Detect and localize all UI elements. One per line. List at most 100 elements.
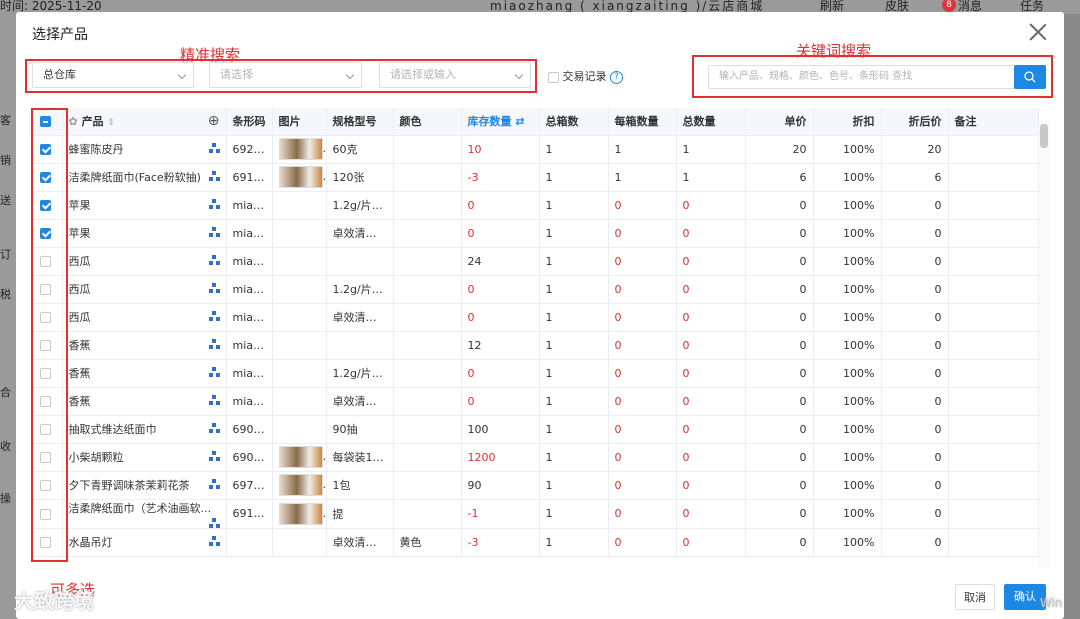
discount-cell[interactable]: 100%	[813, 163, 882, 192]
discount-cell[interactable]: 100%	[813, 191, 882, 220]
remark-cell[interactable]	[948, 163, 1039, 192]
total-cell[interactable]: 0	[676, 471, 746, 500]
final-price-cell[interactable]: 0	[881, 331, 949, 360]
total-cell[interactable]: 0	[676, 387, 746, 416]
boxes-cell[interactable]: 1	[539, 528, 609, 557]
col-stock[interactable]: 库存数量 ⇄	[461, 108, 540, 136]
per-box-cell[interactable]: 0	[608, 275, 677, 304]
final-price-cell[interactable]: 0	[881, 471, 949, 500]
per-box-cell[interactable]: 0	[608, 528, 677, 557]
table-row[interactable]: 香蕉 miao... 卓效清新... 0 1 0 0 0 100% 0	[29, 387, 1039, 416]
cancel-button[interactable]: 取消	[955, 584, 995, 610]
total-cell[interactable]: 1	[676, 135, 746, 164]
remark-cell[interactable]	[948, 499, 1039, 529]
discount-cell[interactable]: 100%	[813, 219, 882, 248]
boxes-cell[interactable]: 1	[539, 471, 609, 500]
total-cell[interactable]: 0	[676, 191, 746, 220]
boxes-cell[interactable]: 1	[539, 275, 609, 304]
final-price-cell[interactable]: 0	[881, 359, 949, 388]
boxes-cell[interactable]: 1	[539, 135, 609, 164]
remark-cell[interactable]	[948, 275, 1039, 304]
table-row[interactable]: 蜂蜜陈皮丹 6928... 60克 10 1 1 1 20 100% 20	[29, 135, 1039, 164]
remark-cell[interactable]	[948, 387, 1039, 416]
price-cell[interactable]: 0	[745, 331, 814, 360]
swap-icon[interactable]: ⇄	[515, 115, 524, 128]
final-price-cell[interactable]: 20	[881, 135, 949, 164]
table-row[interactable]: 苹果 miao... 卓效清新... 0 1 0 0 0 100% 0	[29, 219, 1039, 248]
table-row[interactable]: 香蕉 miao... 12 1 0 0 0 100% 0	[29, 331, 1039, 360]
final-price-cell[interactable]: 0	[881, 275, 949, 304]
remark-cell[interactable]	[948, 359, 1039, 388]
price-cell[interactable]: 0	[745, 303, 814, 332]
price-cell[interactable]: 0	[745, 443, 814, 472]
gear-icon[interactable]: ✿	[69, 115, 78, 128]
hierarchy-icon[interactable]	[208, 311, 220, 321]
hierarchy-icon[interactable]	[208, 199, 220, 209]
help-icon[interactable]: ?	[610, 70, 623, 84]
remark-cell[interactable]	[948, 528, 1039, 557]
remark-cell[interactable]	[948, 191, 1039, 220]
table-row[interactable]: 苹果 miao... 1.2g/片*... 0 1 0 0 0 100% 0	[29, 191, 1039, 220]
final-price-cell[interactable]: 0	[881, 499, 949, 529]
price-cell[interactable]: 0	[745, 359, 814, 388]
per-box-cell[interactable]: 0	[608, 415, 677, 444]
per-box-cell[interactable]: 0	[608, 359, 677, 388]
sort-icon[interactable]: ⇕	[107, 118, 115, 128]
discount-cell[interactable]: 100%	[813, 443, 882, 472]
per-box-cell[interactable]: 0	[608, 331, 677, 360]
final-price-cell[interactable]: 0	[881, 219, 949, 248]
table-row[interactable]: 香蕉 miao... 1.2g/片*... 0 1 0 0 0 100% 0	[29, 359, 1039, 388]
final-price-cell[interactable]: 6	[881, 163, 949, 192]
discount-cell[interactable]: 100%	[813, 471, 882, 500]
boxes-cell[interactable]: 1	[539, 331, 609, 360]
table-row[interactable]: 小柴胡颗粒 6900... 每袋装10... 1200 1 0 0 0 100% 0	[29, 443, 1039, 472]
hierarchy-icon[interactable]	[208, 451, 220, 461]
total-cell[interactable]: 0	[676, 443, 746, 472]
close-icon[interactable]	[1028, 22, 1048, 42]
price-cell[interactable]: 20	[745, 135, 814, 164]
table-row[interactable]: 夕下青野调味茶茉莉花茶 6970... 1包 90 1 0 0 0 100% 0	[29, 471, 1039, 500]
boxes-cell[interactable]: 1	[539, 499, 609, 529]
discount-cell[interactable]: 100%	[813, 415, 882, 444]
remark-cell[interactable]	[948, 331, 1039, 360]
add-column-icon[interactable]: ⊕	[208, 113, 220, 129]
total-cell[interactable]: 0	[676, 219, 746, 248]
boxes-cell[interactable]: 1	[539, 443, 609, 472]
per-box-cell[interactable]: 0	[608, 219, 677, 248]
boxes-cell[interactable]: 1	[539, 247, 609, 276]
boxes-cell[interactable]: 1	[539, 219, 609, 248]
price-cell[interactable]: 0	[745, 387, 814, 416]
price-cell[interactable]: 0	[745, 191, 814, 220]
hierarchy-icon[interactable]	[208, 283, 220, 293]
hierarchy-icon[interactable]	[208, 255, 220, 265]
per-box-cell[interactable]: 0	[608, 191, 677, 220]
per-box-cell[interactable]: 0	[608, 443, 677, 472]
per-box-cell[interactable]: 1	[608, 135, 677, 164]
table-row[interactable]: 西瓜 miao... 卓效清新... 0 1 0 0 0 100% 0	[29, 303, 1039, 332]
table-row[interactable]: 西瓜 miao... 24 1 0 0 0 100% 0	[29, 247, 1039, 276]
hierarchy-icon[interactable]	[208, 536, 220, 546]
total-cell[interactable]: 1	[676, 163, 746, 192]
total-cell[interactable]: 0	[676, 247, 746, 276]
price-cell[interactable]: 6	[745, 163, 814, 192]
table-row[interactable]: 洁柔牌纸面巾(Face粉软抽) 6914... 120张 -3 1 1 1 6 100% 6	[29, 163, 1039, 192]
per-box-cell[interactable]: 0	[608, 303, 677, 332]
final-price-cell[interactable]: 0	[881, 247, 949, 276]
final-price-cell[interactable]: 0	[881, 387, 949, 416]
final-price-cell[interactable]: 0	[881, 191, 949, 220]
boxes-cell[interactable]: 1	[539, 303, 609, 332]
total-cell[interactable]: 0	[676, 415, 746, 444]
remark-cell[interactable]	[948, 303, 1039, 332]
per-box-cell[interactable]: 0	[608, 499, 677, 529]
total-cell[interactable]: 0	[676, 303, 746, 332]
hierarchy-icon[interactable]	[208, 517, 220, 527]
discount-cell[interactable]: 100%	[813, 499, 882, 529]
final-price-cell[interactable]: 0	[881, 415, 949, 444]
table-row[interactable]: 西瓜 miao... 1.2g/片*... 0 1 0 0 0 100% 0	[29, 275, 1039, 304]
price-cell[interactable]: 0	[745, 528, 814, 557]
discount-cell[interactable]: 100%	[813, 528, 882, 557]
remark-cell[interactable]	[948, 135, 1039, 164]
price-cell[interactable]: 0	[745, 275, 814, 304]
trade-record-toggle[interactable]: 交易记录 ?	[548, 68, 623, 84]
price-cell[interactable]: 0	[745, 247, 814, 276]
